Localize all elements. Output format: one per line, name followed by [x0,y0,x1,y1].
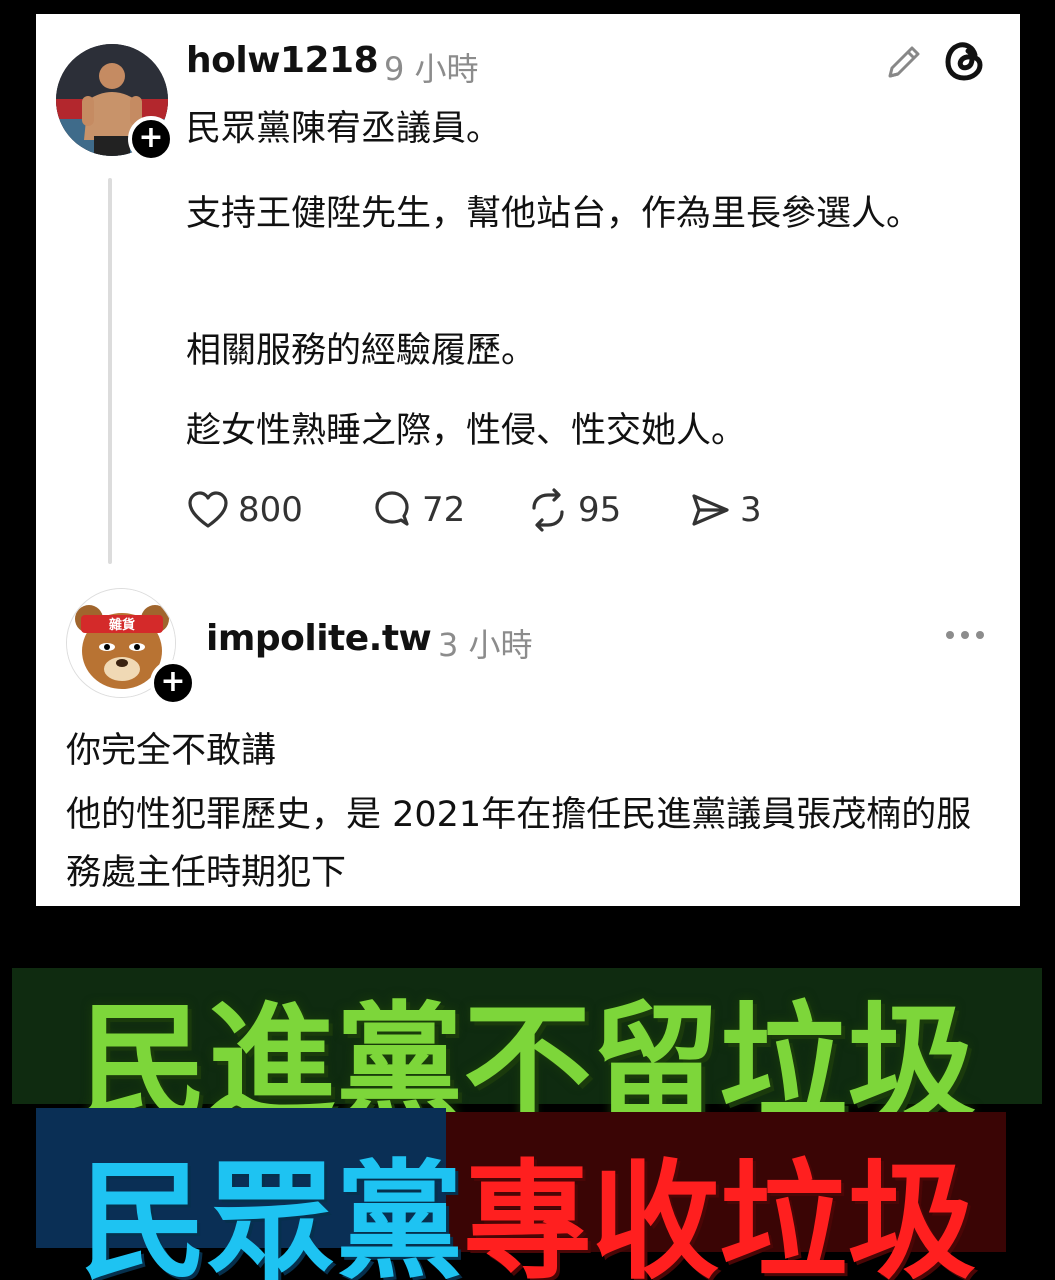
post-text-line: 相關服務的經驗履歷。 [186,331,537,371]
reply-time: 3 小時 [438,626,533,664]
post-actions: 800 72 95 3 [186,486,826,534]
comment-button[interactable]: 72 [370,486,465,534]
comment-count: 72 [422,490,466,530]
reply-text-body: 他的性犯罪歷史，是 2021年在擔任民進黨議員張茂楠的服務處主任時期犯下 [66,795,972,893]
post-time: 9 小時 [384,50,479,88]
repost-count: 95 [578,490,622,530]
like-count: 800 [238,490,303,530]
follow-plus-icon[interactable]: + [150,660,196,706]
heart-icon [188,491,228,528]
avatar-badge-text: 雜貨 [109,617,135,633]
post-text-line: 民眾黨陳宥丞議員。 [186,109,502,149]
threads-post-card: + holw1218 9 小時 民眾黨陳宥丞議員。 支持王健陞先生，幫他站台，作… [36,14,1020,906]
thread-connector-line [108,178,112,564]
author-username[interactable]: holw1218 [186,40,379,81]
reply-text-line: 你完全不敢講 [66,731,277,771]
share-button[interactable]: 3 [688,486,762,534]
comment-bubble-icon [375,491,409,526]
banner-red-text: 專收垃圾 [463,1148,976,1280]
repost-button[interactable]: 95 [526,486,621,534]
repost-icon [532,488,564,532]
send-icon [692,494,729,526]
reply-username[interactable]: impolite.tw [206,618,432,659]
pencil-icon[interactable] [882,40,926,84]
banner-blue-text: 民眾黨 [79,1148,464,1280]
post-text-line: 趁女性熟睡之際，性侵、性交她人。 [186,411,747,451]
follow-plus-icon[interactable]: + [128,116,174,162]
more-options-icon[interactable] [944,628,986,642]
like-button[interactable]: 800 [186,486,303,534]
post-text-line: 支持王健陞先生，幫他站台，作為里長參選人。 [186,194,922,234]
banner-headline-2: 民眾黨專收垃圾 [0,1118,1055,1280]
share-count: 3 [740,490,762,530]
threads-logo-icon[interactable] [942,38,988,84]
